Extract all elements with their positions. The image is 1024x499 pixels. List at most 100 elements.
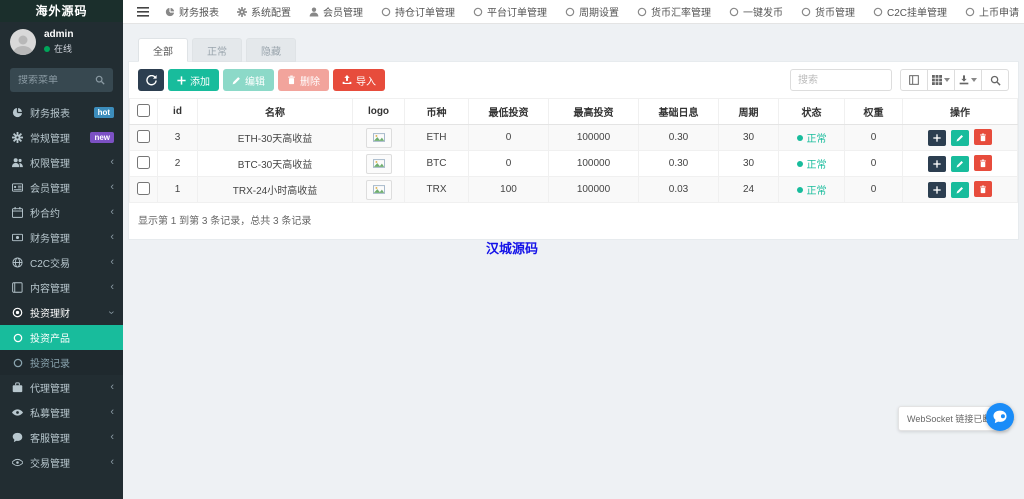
cell-rate: 0.30 — [638, 150, 719, 177]
chevron-left-icon: ‹ — [110, 431, 114, 443]
eye-icon — [11, 407, 24, 418]
edit-button[interactable]: 编辑 — [223, 69, 274, 91]
row-edit-button[interactable] — [951, 129, 969, 146]
nav-item-one-key-coin[interactable]: 一键发币 — [721, 0, 791, 24]
cell-coin: TRX — [404, 176, 469, 203]
tab-normal[interactable]: 正常 — [192, 38, 242, 62]
sidebar-item-finance-manage[interactable]: 财务管理 ‹ — [0, 225, 123, 250]
nav-item-member-manage[interactable]: 会员管理 — [301, 0, 371, 24]
col-min-invest: 最低投资 — [468, 98, 549, 125]
import-button[interactable]: 导入 — [333, 69, 385, 91]
nav-item-position-orders[interactable]: 持仓订单管理 — [373, 0, 463, 24]
refresh-button[interactable] — [138, 69, 164, 91]
sidebar-item-trade-manage[interactable]: 交易管理 ‹ — [0, 450, 123, 475]
row-delete-button[interactable] — [973, 129, 992, 146]
nav-item-exchange-rate[interactable]: 货币汇率管理 — [629, 0, 719, 24]
sidebar-item-permission[interactable]: 权限管理 ‹ — [0, 150, 123, 175]
row-delete-button[interactable] — [973, 181, 992, 198]
chat-button[interactable] — [986, 403, 1014, 431]
user-icon — [309, 7, 319, 17]
gear-icon — [237, 6, 247, 17]
nav-item-finance-report[interactable]: 财务报表 — [157, 0, 227, 24]
sidebar: 海外源码 admin 在线 财务报表 hot — [0, 0, 123, 499]
money-icon — [11, 232, 24, 243]
sidebar-item-content-manage[interactable]: 内容管理 ‹ — [0, 275, 123, 300]
footer-watermark: 汉城源码 — [485, 241, 539, 256]
chevron-left-icon: ‹ — [110, 456, 114, 468]
sidebar-search — [10, 68, 113, 92]
tab-hidden[interactable]: 隐藏 — [246, 38, 296, 62]
status-badge: 正常 — [796, 182, 827, 197]
circle-icon — [473, 7, 483, 17]
hamburger-icon[interactable] — [131, 6, 155, 17]
nav-item-platform-orders[interactable]: 平台订单管理 — [465, 0, 555, 24]
columns-dropdown-button[interactable] — [927, 69, 955, 91]
user-panel: admin 在线 — [0, 22, 123, 62]
sidebar-item-agent-manage[interactable]: 代理管理 ‹ — [0, 375, 123, 400]
broken-image-icon — [365, 153, 392, 174]
sidebar-item-private-fund[interactable]: 私募管理 ‹ — [0, 400, 123, 425]
nav-item-currency-manage[interactable]: 货币管理 — [793, 0, 863, 24]
eye-icon — [11, 457, 24, 468]
table-row[interactable]: 2 BTC-30天高收益 BTC 0 100000 0.30 30 正常 0 — [129, 150, 1018, 177]
row-edit-button[interactable] — [951, 155, 969, 172]
id-card-icon — [11, 182, 24, 193]
row-copy-button[interactable] — [928, 155, 947, 172]
nav-item-cycle-settings[interactable]: 周期设置 — [557, 0, 627, 24]
chat-bubble-icon — [993, 410, 1007, 424]
select-all-cell — [129, 98, 158, 125]
sidebar-item-finance-report[interactable]: 财务报表 hot — [0, 100, 123, 125]
sidebar-item-customer-service[interactable]: 客服管理 ‹ — [0, 425, 123, 450]
row-checkbox[interactable] — [137, 129, 150, 143]
add-button[interactable]: 添加 — [168, 69, 219, 91]
tab-all[interactable]: 全部 — [138, 38, 188, 62]
upload-icon — [342, 75, 352, 84]
col-actions: 操作 — [902, 98, 1018, 125]
cell-cycle: 30 — [718, 150, 779, 177]
row-checkbox[interactable] — [137, 181, 150, 195]
table-toolbar: 添加 编辑 删除 导入 — [129, 62, 1018, 98]
chevron-left-icon: ‹ — [110, 381, 114, 393]
sidebar-item-investment[interactable]: 投资理财 ‹ — [0, 300, 123, 325]
sidebar-item-general-manage[interactable]: 常规管理 new — [0, 125, 123, 150]
export-dropdown-button[interactable] — [954, 69, 982, 91]
nav-item-system-config[interactable]: 系统配置 — [229, 0, 299, 24]
nav-item-c2c-listing[interactable]: C2C挂单管理 — [865, 0, 955, 24]
sidebar-search-input[interactable] — [18, 74, 95, 86]
sidebar-menu: 财务报表 hot 常规管理 new 权限管理 ‹ 会员管理 ‹ 秒合约 ‹ 财务… — [0, 100, 123, 475]
row-checkbox[interactable] — [137, 155, 150, 169]
dot-circle-icon — [11, 307, 24, 318]
table-row[interactable]: 1 TRX-24小时高收益 TRX 100 100000 0.03 24 正常 … — [129, 176, 1018, 203]
row-copy-button[interactable] — [928, 129, 947, 146]
sidebar-item-invest-product[interactable]: 投资产品 — [0, 325, 123, 350]
chevron-down-icon: ‹ — [105, 310, 118, 315]
circle-icon — [11, 333, 24, 343]
cell-cycle: 30 — [718, 124, 779, 151]
status-badge: 正常 — [796, 156, 827, 171]
table-search-input[interactable] — [790, 69, 892, 91]
select-all-checkbox[interactable] — [137, 103, 150, 117]
user-name: admin — [44, 29, 74, 40]
comment-icon — [11, 432, 24, 443]
sidebar-item-c2c-trade[interactable]: C2C交易 ‹ — [0, 250, 123, 275]
circle-icon — [381, 7, 391, 17]
sidebar-item-second-contract[interactable]: 秒合约 ‹ — [0, 200, 123, 225]
sidebar-item-member[interactable]: 会员管理 ‹ — [0, 175, 123, 200]
sidebar-item-invest-record[interactable]: 投资记录 — [0, 350, 123, 375]
delete-button[interactable]: 删除 — [278, 69, 329, 91]
table-row[interactable]: 3 ETH-30天高收益 ETH 0 100000 0.30 30 正常 0 — [129, 124, 1018, 151]
table-header-row: id 名称 logo 币种 最低投资 最高投资 基础日息 周期 状态 权重 操作 — [129, 98, 1018, 125]
search-toggle-button[interactable] — [981, 69, 1009, 91]
col-daily-rate: 基础日息 — [638, 98, 719, 125]
cell-coin: ETH — [404, 124, 469, 151]
nav-item-coin-application[interactable]: 上币申请 — [957, 0, 1024, 24]
toggle-view-button[interactable] — [900, 69, 928, 91]
cell-weight: 0 — [844, 176, 903, 203]
col-logo: logo — [352, 98, 405, 125]
gears-icon — [11, 132, 24, 143]
row-copy-button[interactable] — [928, 181, 947, 198]
search-icon[interactable] — [95, 75, 105, 85]
row-edit-button[interactable] — [951, 181, 969, 198]
row-delete-button[interactable] — [973, 155, 992, 172]
circle-icon — [873, 7, 883, 17]
